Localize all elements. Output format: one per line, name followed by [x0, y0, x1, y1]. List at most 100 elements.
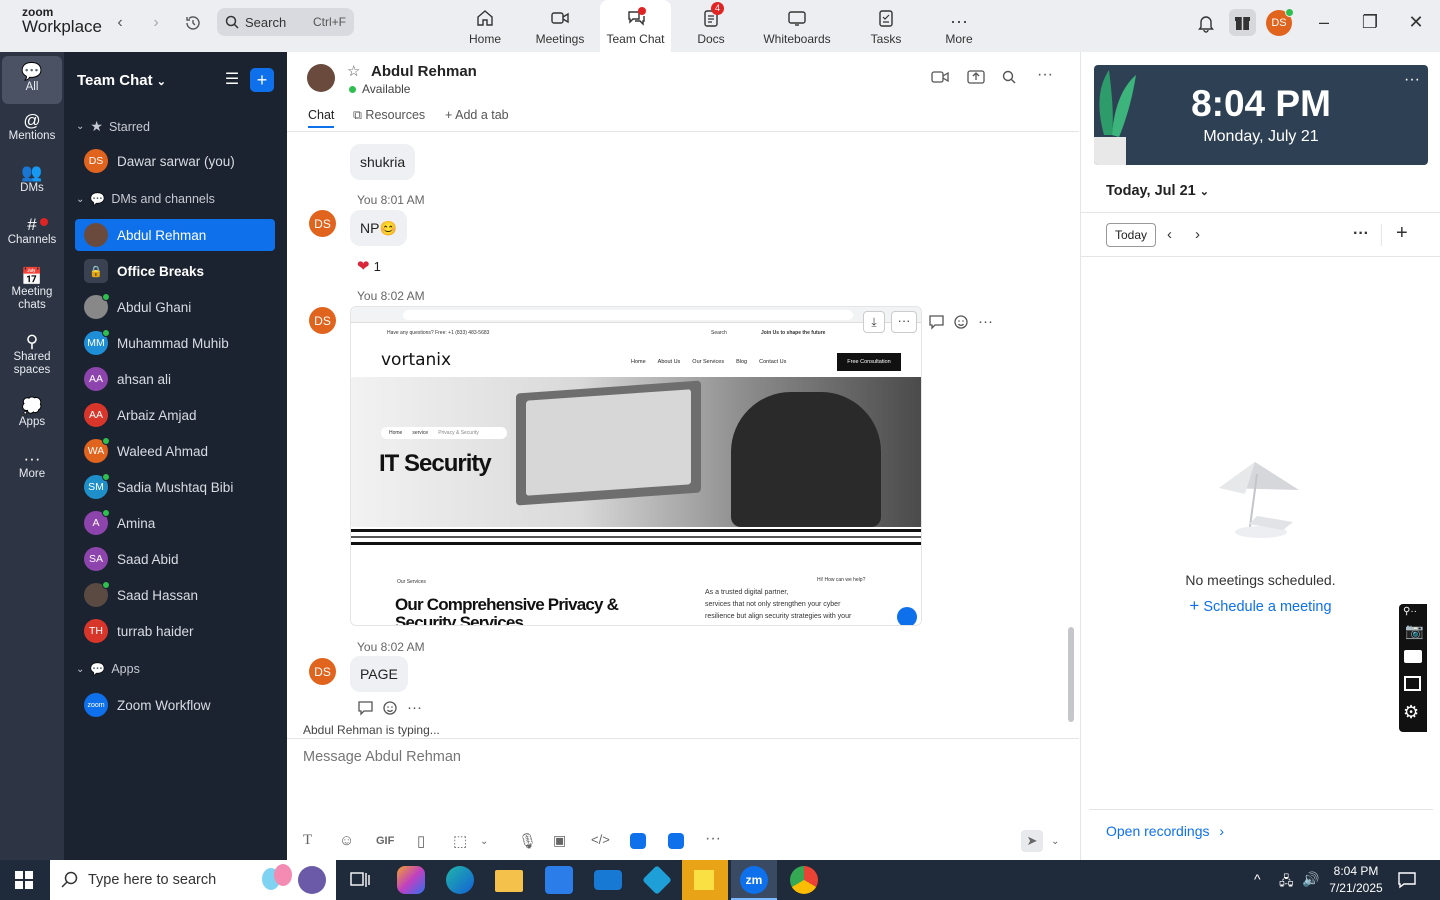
prev-day-icon[interactable]: ‹	[1167, 226, 1172, 243]
taskbar-search[interactable]: Type here to search	[50, 860, 336, 900]
sidebar-title[interactable]: Team Chat ⌄	[77, 72, 166, 89]
user-avatar[interactable]: DS	[1266, 8, 1294, 36]
text-format-icon[interactable]: T	[303, 832, 312, 849]
sidebar-item-sadia[interactable]: SM Sadia Mushtaq Bibi	[75, 471, 275, 503]
camera-icon[interactable]: 📷	[1405, 622, 1424, 640]
tab-chat[interactable]: Chat	[308, 108, 335, 128]
store-app-icon[interactable]	[545, 866, 573, 894]
network-icon[interactable]: 🖧	[1279, 872, 1294, 894]
tab-whiteboards[interactable]: Whiteboards	[760, 0, 834, 52]
minimize-icon[interactable]: –	[1312, 12, 1336, 33]
emoji-icon[interactable]: ☺	[339, 832, 354, 849]
message-bubble[interactable]: NP😊	[350, 210, 407, 246]
search-icon[interactable]	[1002, 70, 1016, 87]
next-day-icon[interactable]: ›	[1195, 226, 1200, 243]
sidebar-item-zoom-workflow[interactable]: zoom Zoom Workflow	[75, 689, 275, 721]
close-icon[interactable]: ✕	[1404, 12, 1428, 33]
clock-more-icon[interactable]: ···	[1404, 71, 1420, 89]
download-icon[interactable]: ⤓	[863, 311, 885, 333]
sidebar-item-abdul-rehman[interactable]: Abdul Rehman	[75, 219, 275, 251]
restore-icon[interactable]: ❐	[1358, 12, 1382, 33]
back-arrow-icon[interactable]: ‹	[110, 14, 130, 32]
windows-start-icon[interactable]	[15, 871, 33, 892]
new-chat-button[interactable]: +	[250, 68, 274, 92]
filter-icon[interactable]: ☰	[220, 68, 244, 92]
add-event-icon[interactable]: +	[1396, 222, 1408, 245]
forward-arrow-icon[interactable]: ›	[146, 14, 166, 32]
sidebar-item-office-breaks[interactable]: 🔒 Office Breaks	[75, 255, 275, 287]
rail-apps[interactable]: 💭 Apps	[2, 398, 62, 429]
rail-shared-spaces[interactable]: ⚲ Shared spaces	[2, 333, 62, 377]
notifications-icon[interactable]	[1398, 871, 1416, 892]
video-call-icon[interactable]	[931, 70, 949, 87]
bell-icon[interactable]	[1196, 13, 1216, 36]
apps-section[interactable]: ⌄ 💬 Apps	[76, 662, 140, 676]
message-input[interactable]	[303, 749, 1003, 765]
send-options-chevron-icon[interactable]: ⌄	[1051, 836, 1059, 847]
day-selector[interactable]: Today, Jul 21 ⌄	[1106, 183, 1209, 199]
sidebar-item-saad-hassan[interactable]: Saad Hassan	[75, 579, 275, 611]
message-more-icon[interactable]: ···	[978, 313, 993, 330]
tray-chevron-up-icon[interactable]: ^	[1254, 871, 1261, 887]
meeting-app-icon[interactable]	[630, 833, 646, 849]
chrome-app-icon[interactable]	[790, 866, 818, 894]
image-attachment[interactable]: Have any questions? Free: +1 (833) 483-5…	[350, 306, 922, 626]
volume-icon[interactable]: 🔊	[1302, 871, 1319, 888]
message-more-icon[interactable]: ···	[407, 699, 422, 716]
sidebar-item-dawar[interactable]: DS Dawar sarwar (you)	[75, 145, 275, 177]
share-screen-icon[interactable]	[967, 70, 985, 87]
add-reaction-icon[interactable]	[953, 314, 969, 333]
reply-icon[interactable]	[357, 700, 374, 719]
image-more-icon[interactable]: ···	[891, 311, 917, 333]
code-icon[interactable]: </>	[591, 832, 610, 847]
search-box[interactable]: Search Ctrl+F	[217, 8, 354, 36]
starred-section[interactable]: ⌄ ★ Starred	[76, 118, 150, 135]
dms-section[interactable]: ⌄ 💬 DMs and channels	[76, 192, 215, 206]
rail-more[interactable]: ··· More	[2, 450, 62, 481]
task-view-icon[interactable]	[350, 871, 370, 892]
sidebar-item-saad-abid[interactable]: SA Saad Abid	[75, 543, 275, 575]
microphone-icon[interactable]: 🎙	[518, 832, 537, 850]
chevron-down-icon[interactable]: ⌄	[480, 836, 488, 847]
contact-name[interactable]: Abdul Rehman	[371, 63, 477, 80]
reply-icon[interactable]	[928, 314, 945, 334]
rail-dms[interactable]: 👥 DMs	[2, 164, 62, 195]
star-icon[interactable]: ☆	[347, 62, 360, 80]
message-bubble[interactable]: shukria	[350, 144, 416, 180]
add-reaction-icon[interactable]	[382, 700, 398, 719]
sticky-notes-app[interactable]	[682, 860, 728, 900]
calendar-more-icon[interactable]: ···	[1353, 225, 1369, 243]
message-bubble[interactable]: PAGE	[350, 656, 408, 692]
file-icon[interactable]: ▯	[417, 832, 425, 850]
taskbar-clock[interactable]: 8:04 PM 7/21/2025	[1326, 863, 1386, 897]
sidebar-item-turrab-haider[interactable]: TH turrab haider	[75, 615, 275, 647]
rail-meeting-chats[interactable]: 📅 Meeting chats	[2, 268, 62, 312]
mail-app-icon[interactable]	[594, 870, 622, 890]
more-tools-icon[interactable]: ···	[705, 830, 721, 848]
more-options-icon[interactable]: ···	[1037, 66, 1053, 84]
record-video-icon[interactable]	[1404, 650, 1422, 663]
sidebar-item-waleed-ahmad[interactable]: WA Waleed Ahmad	[75, 435, 275, 467]
tab-meetings[interactable]: Meetings	[532, 0, 588, 52]
edge-app-icon[interactable]	[446, 866, 474, 894]
tab-add[interactable]: + Add a tab	[445, 108, 509, 122]
tab-more[interactable]: ··· More	[940, 0, 978, 52]
zoom-taskbar-app[interactable]: zm	[731, 860, 777, 900]
window-capture-icon[interactable]	[1404, 676, 1421, 691]
rail-all[interactable]: 💬 All	[2, 56, 62, 104]
tab-team-chat[interactable]: Team Chat	[600, 0, 671, 52]
send-icon[interactable]: ➤	[1021, 830, 1043, 852]
schedule-meeting-link[interactable]: + Schedule a meeting	[1081, 596, 1440, 616]
sidebar-item-amina[interactable]: A Amina	[75, 507, 275, 539]
tab-home[interactable]: Home	[463, 0, 507, 52]
sidebar-item-muhammad-muhib[interactable]: MM Muhammad Muhib	[75, 327, 275, 359]
sidebar-item-ahsan-ali[interactable]: AA ahsan ali	[75, 363, 275, 395]
rail-channels[interactable]: # Channels	[2, 216, 62, 247]
open-recordings-link[interactable]: Open recordings ›	[1106, 823, 1224, 839]
zoom-app-icon[interactable]	[668, 833, 684, 849]
gif-button[interactable]: GIF	[376, 835, 394, 847]
sidebar-item-arbaiz-amjad[interactable]: AA Arbaiz Amjad	[75, 399, 275, 431]
tab-tasks[interactable]: Tasks	[866, 0, 906, 52]
today-button[interactable]: Today	[1106, 223, 1156, 247]
file-explorer-icon[interactable]	[495, 870, 523, 892]
